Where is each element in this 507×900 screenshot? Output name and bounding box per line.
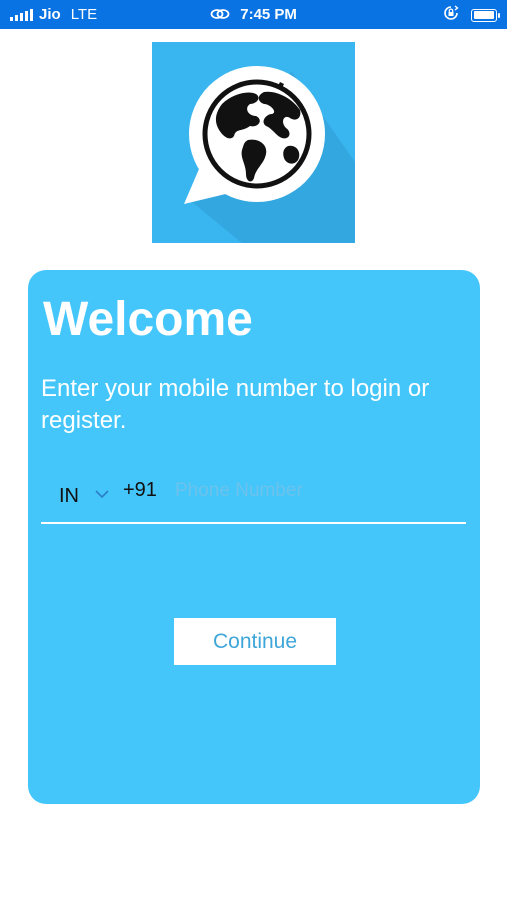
country-code-select[interactable]: IN <box>59 485 79 508</box>
continue-button[interactable]: Continue <box>174 618 336 665</box>
chevron-down-icon[interactable] <box>95 486 109 504</box>
phone-number-input[interactable] <box>173 475 457 507</box>
app-logo <box>152 42 355 243</box>
dial-code: +91 <box>123 479 157 501</box>
phone-number-row: IN +91 <box>41 470 466 524</box>
status-right <box>443 5 500 25</box>
orientation-lock-icon <box>443 5 459 25</box>
battery-icon <box>471 8 500 22</box>
login-card: Welcome Enter your mobile number to logi… <box>28 270 480 804</box>
login-subtitle: Enter your mobile number to login or reg… <box>41 375 430 434</box>
globe-chat-bubble-icon <box>184 66 355 243</box>
welcome-title: Welcome <box>43 293 253 346</box>
status-bar: Jio LTE 7:45 PM <box>0 0 507 29</box>
link-icon <box>210 7 230 24</box>
status-time: 7:45 PM <box>240 6 297 23</box>
status-time-area: 7:45 PM <box>0 6 507 24</box>
